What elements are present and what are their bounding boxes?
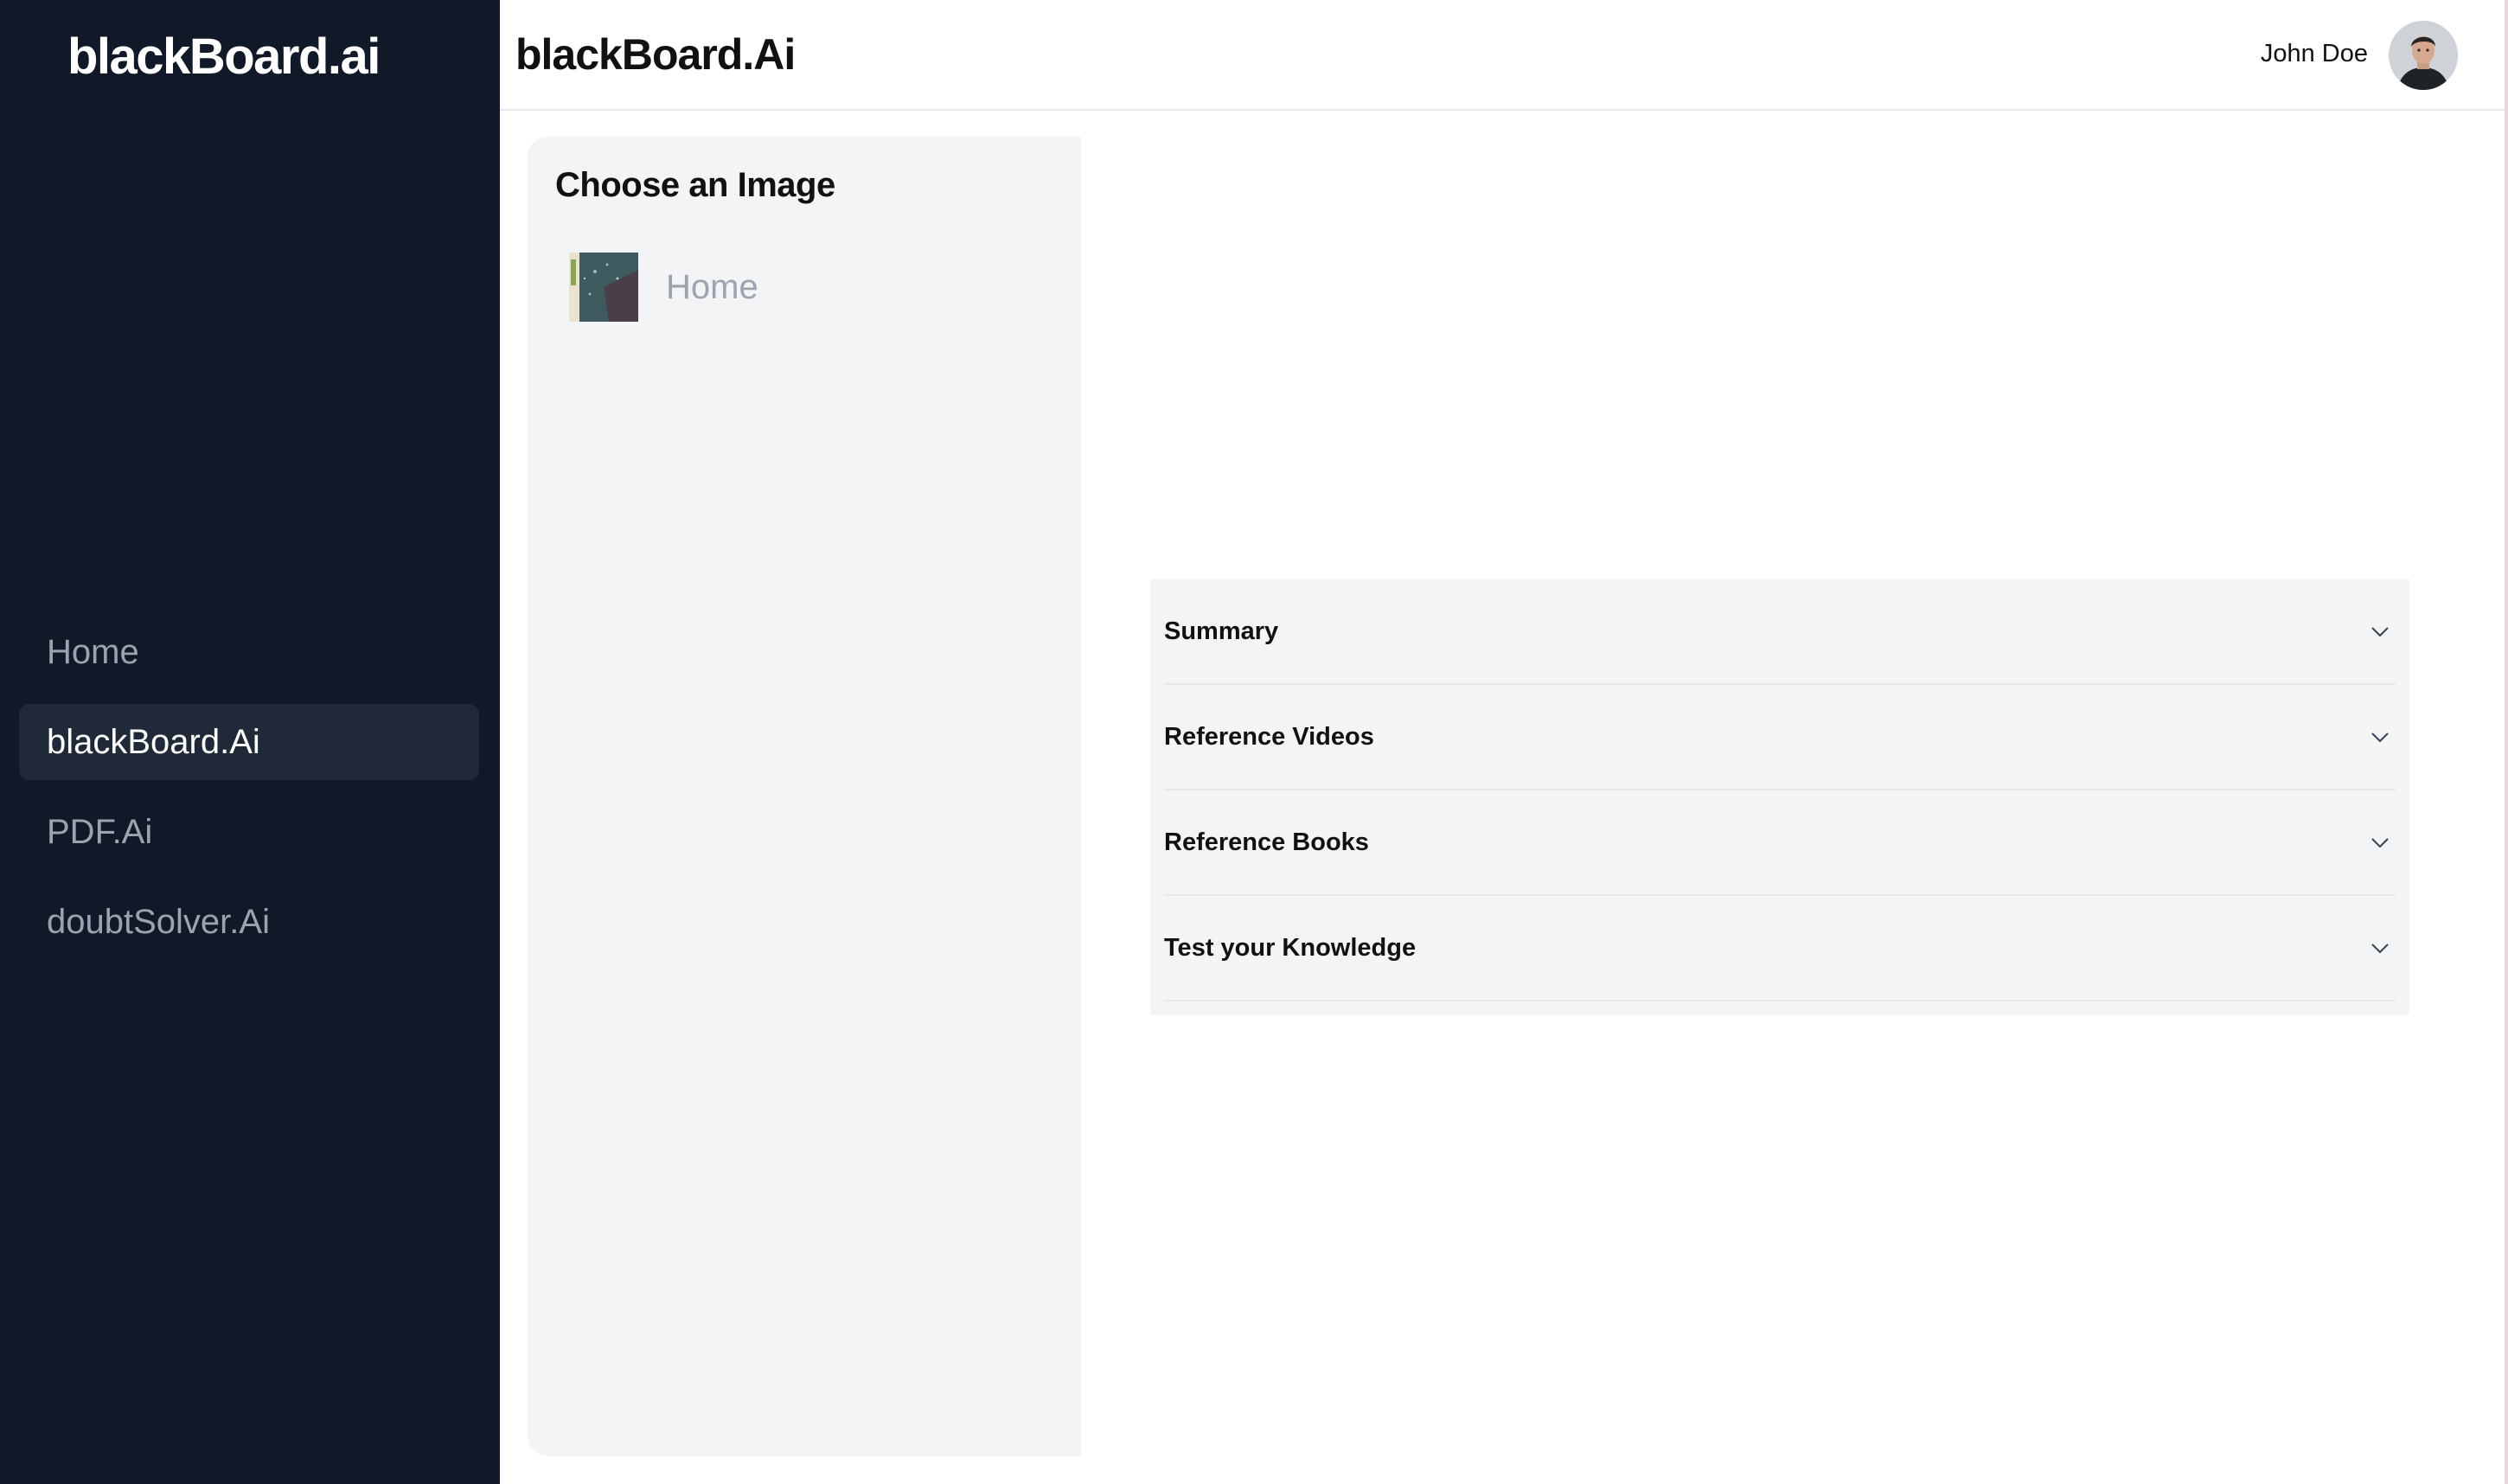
app-root: blackBoard.ai Home blackBoard.Ai PDF.Ai …: [0, 0, 2508, 1484]
chevron-down-icon: [2371, 627, 2389, 637]
chevron-down-icon: [2371, 838, 2389, 848]
top-bar: blackBoard.Ai John Doe: [500, 0, 2508, 111]
image-chooser-panel: Choose an Image Home: [528, 137, 1081, 1456]
chevron-down-icon: [2371, 943, 2389, 954]
sidebar-item-doubtsolver[interactable]: doubtSolver.Ai: [19, 884, 479, 960]
window-edge: [2505, 0, 2508, 1484]
image-list-item[interactable]: Home: [569, 253, 758, 322]
sidebar-item-pdf[interactable]: PDF.Ai: [19, 794, 479, 870]
accordion-label: Reference Videos: [1164, 722, 1374, 751]
accordion-summary[interactable]: Summary: [1164, 579, 2396, 685]
user-avatar-icon: [2389, 21, 2458, 90]
image-item-label: Home: [666, 267, 758, 306]
accordion-label: Test your Knowledge: [1164, 933, 1417, 962]
sidebar-item-home[interactable]: Home: [19, 614, 479, 690]
accordion-label: Reference Books: [1164, 828, 1369, 856]
avatar[interactable]: [2389, 21, 2458, 90]
brand-logo[interactable]: blackBoard.ai: [67, 28, 381, 86]
accordion-test-knowledge[interactable]: Test your Knowledge: [1164, 896, 2396, 1001]
accordion-label: Summary: [1164, 617, 1279, 645]
sidebar-item-blackboard[interactable]: blackBoard.Ai: [19, 704, 479, 780]
user-name[interactable]: John Doe: [2261, 40, 2368, 68]
results-accordion: Summary Reference Videos Reference Books…: [1150, 579, 2409, 1015]
accordion-reference-videos[interactable]: Reference Videos: [1164, 685, 2396, 790]
image-thumbnail-icon: [569, 253, 638, 322]
chooser-title: Choose an Image: [555, 166, 835, 204]
sidebar: blackBoard.ai Home blackBoard.Ai PDF.Ai …: [0, 0, 500, 1484]
page-title: blackBoard.Ai: [515, 30, 796, 79]
sidebar-nav: Home blackBoard.Ai PDF.Ai doubtSolver.Ai: [19, 614, 479, 974]
chevron-down-icon: [2371, 732, 2389, 743]
accordion-reference-books[interactable]: Reference Books: [1164, 790, 2396, 896]
